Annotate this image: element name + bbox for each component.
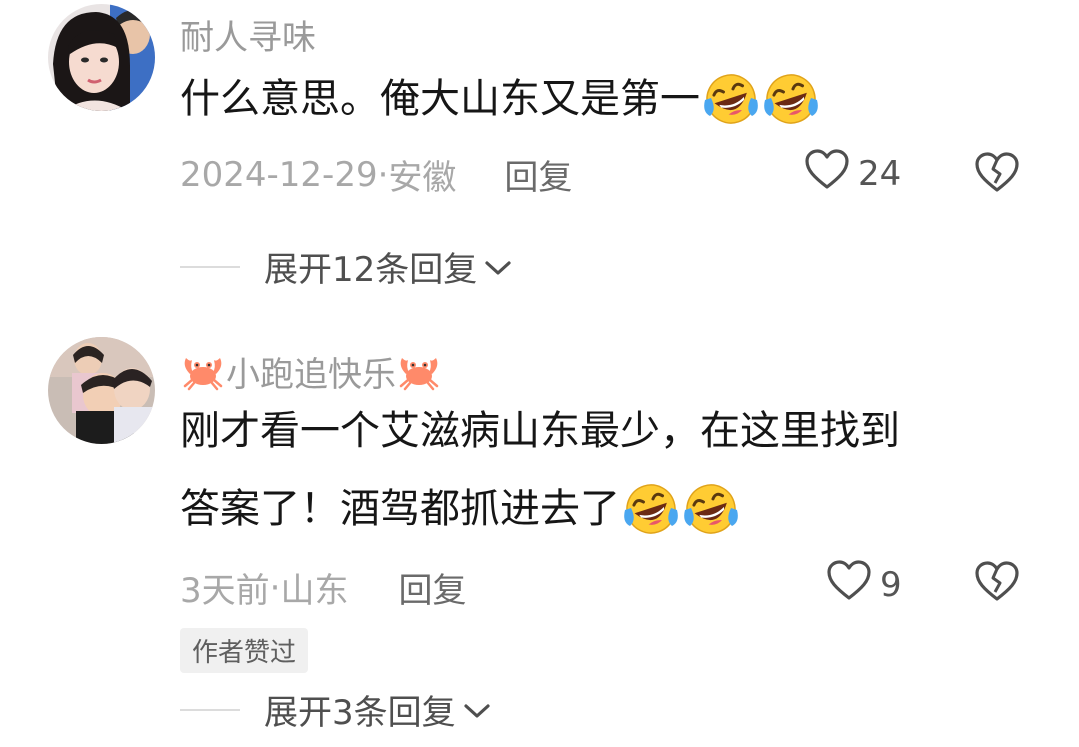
username[interactable]: 小跑追快乐: [180, 347, 442, 396]
comment-content: 什么意思。俺大山东又是第一: [180, 60, 1040, 138]
comment-meta: 3天前 · 山东 回复: [180, 563, 466, 612]
dislike-button[interactable]: [973, 150, 1021, 198]
like-button[interactable]: 9: [826, 559, 902, 610]
meta-separator: ·: [269, 567, 281, 608]
heart-outline-icon: [804, 148, 850, 199]
content-line: 什么意思。俺大山东又是第一: [180, 60, 1040, 138]
avatar[interactable]: [48, 337, 155, 444]
reply-button[interactable]: 回复: [504, 150, 572, 199]
divider-line: [180, 708, 240, 711]
crab-emoji-icon: [396, 352, 442, 392]
like-count: 9: [880, 564, 902, 605]
rolling-on-floor-laughing-emoji-icon: [702, 70, 760, 128]
comment-list: 耐人寻味 什么意思。俺大山东又是第一 2024-12-29 · 安徽 回复 24: [0, 0, 1079, 747]
comment-meta: 2024-12-29 · 安徽 回复: [180, 150, 572, 199]
author-liked-badge: 作者赞过: [180, 628, 309, 673]
comment-date: 3天前: [180, 571, 270, 611]
like-count: 24: [858, 153, 902, 194]
reply-button[interactable]: 回复: [398, 563, 466, 612]
content-line: 答案了！酒驾都抓进去了: [180, 470, 1040, 548]
comment-content: 刚才看一个艾滋病山东最少，在这里找到 答案了！酒驾都抓进去了: [180, 392, 1040, 548]
expand-replies-label: 展开3条回复: [264, 693, 456, 733]
meta-separator: ·: [377, 154, 389, 195]
dislike-button[interactable]: [973, 559, 1021, 607]
comment-date: 2024-12-29: [180, 154, 378, 195]
rolling-on-floor-laughing-emoji-icon: [682, 480, 740, 538]
content-line: 刚才看一个艾滋病山东最少，在这里找到: [180, 408, 900, 454]
divider-line: [180, 265, 240, 268]
expand-replies-button[interactable]: 展开3条回复: [180, 685, 492, 734]
rolling-on-floor-laughing-emoji-icon: [762, 70, 820, 128]
comment-location: 安徽: [388, 158, 457, 198]
avatar[interactable]: [48, 4, 155, 111]
expand-replies-label: 展开12条回复: [264, 250, 478, 290]
username[interactable]: 耐人寻味: [180, 10, 316, 59]
chevron-down-icon: [462, 690, 492, 730]
like-button[interactable]: 24: [804, 148, 901, 199]
expand-replies-button[interactable]: 展开12条回复: [180, 242, 513, 291]
comment-location: 山东: [280, 571, 349, 611]
rolling-on-floor-laughing-emoji-icon: [622, 480, 680, 538]
heart-outline-icon: [826, 559, 872, 610]
crab-emoji-icon: [180, 352, 226, 392]
chevron-down-icon: [483, 247, 513, 287]
broken-heart-icon: [973, 561, 1021, 607]
broken-heart-icon: [973, 152, 1021, 198]
